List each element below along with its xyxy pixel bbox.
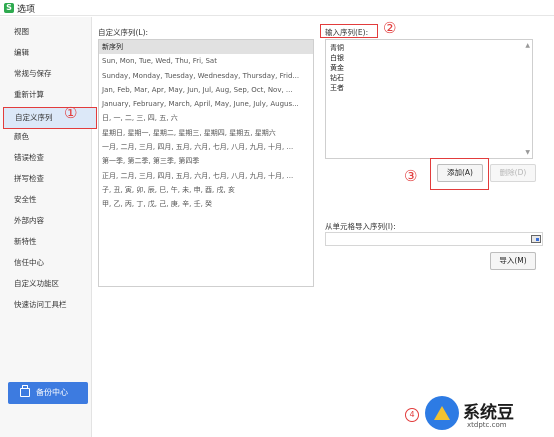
sidebar-item-view[interactable]: 视图 <box>0 23 92 41</box>
list-item[interactable]: 日, 一, 二, 三, 四, 五, 六 <box>99 111 313 125</box>
sidebar-item-edit[interactable]: 编辑 <box>0 44 92 62</box>
list-item[interactable]: 子, 丑, 寅, 卯, 辰, 巳, 午, 未, 申, 酉, 戌, 亥 <box>99 183 313 197</box>
sidebar-item-quick-access-toolbar[interactable]: 快速访问工具栏 <box>0 296 92 314</box>
sidebar-item-customize-ribbon[interactable]: 自定义功能区 <box>0 275 92 293</box>
backup-folder-icon <box>20 385 30 397</box>
delete-button[interactable]: 删除(D) <box>490 164 536 182</box>
input-sequence-textarea[interactable]: 青铜 白银 黄金 钻石 王者 ▲ ▼ <box>325 39 533 159</box>
list-item[interactable]: 一月, 二月, 三月, 四月, 五月, 六月, 七月, 八月, 九月, 十月, … <box>99 140 313 154</box>
list-item[interactable]: Sunday, Monday, Tuesday, Wednesday, Thur… <box>99 69 313 83</box>
list-item[interactable]: Jan, Feb, Mar, Apr, May, Jun, Jul, Aug, … <box>99 83 313 97</box>
custom-lists-label: 自定义序列(L): <box>98 28 149 37</box>
sidebar-item-error-check[interactable]: 错误检查 <box>0 149 92 167</box>
sidebar-item-custom-lists[interactable]: 自定义序列 <box>3 107 97 129</box>
watermark-url: xtdptc.com <box>467 421 507 429</box>
scroll-down-icon[interactable]: ▼ <box>525 149 530 156</box>
sidebar-item-color[interactable]: 颜色 <box>0 128 92 146</box>
sidebar-item-external-content[interactable]: 外部内容 <box>0 212 92 230</box>
window-title: 选项 <box>17 5 36 15</box>
import-range-field[interactable] <box>325 232 543 246</box>
sidebar-item-trust-center[interactable]: 信任中心 <box>0 254 92 272</box>
sequence-line: 王者 <box>330 84 344 92</box>
import-button[interactable]: 导入(M) <box>490 252 536 270</box>
list-item[interactable]: 星期日, 星期一, 星期二, 星期三, 星期四, 星期五, 星期六 <box>99 126 313 140</box>
annotation-marker-3: ③ <box>404 167 418 185</box>
sequence-line: 白银 <box>330 54 344 62</box>
add-button[interactable]: 添加(A) <box>437 164 483 182</box>
sidebar: 视图 编辑 常规与保存 重新计算 自定义序列 颜色 错误检查 拼写检查 安全性 … <box>0 17 97 437</box>
watermark: 4 系统豆 xtdptc.com <box>405 394 554 437</box>
range-picker-icon[interactable] <box>531 235 541 243</box>
sequence-line: 钻石 <box>330 74 344 82</box>
annotation-marker-1: ① <box>64 104 78 122</box>
sidebar-item-general-save[interactable]: 常规与保存 <box>0 65 92 83</box>
sidebar-item-spell-check[interactable]: 拼写检查 <box>0 170 92 188</box>
custom-lists-panel: 自定义序列(L): 新序列 Sun, Mon, Tue, Wed, Thu, F… <box>92 17 554 437</box>
list-item[interactable]: January, February, March, April, May, Ju… <box>99 97 313 111</box>
title-bar: S 选项 <box>0 0 554 16</box>
watermark-text: 系统豆 <box>463 403 514 423</box>
list-item[interactable]: 正月, 二月, 三月, 四月, 五月, 六月, 七月, 八月, 九月, 十月, … <box>99 169 313 183</box>
backup-center-label: 备份中心 <box>36 388 68 397</box>
backup-center-button[interactable]: 备份中心 <box>8 382 88 404</box>
sidebar-item-new-features[interactable]: 新特性 <box>0 233 92 251</box>
watermark-logo-icon <box>425 396 459 430</box>
annotation-marker-4: 4 <box>405 408 419 422</box>
custom-lists-listbox[interactable]: 新序列 Sun, Mon, Tue, Wed, Thu, Fri, Sat Su… <box>98 39 314 287</box>
list-item[interactable]: 甲, 乙, 丙, 丁, 戊, 己, 庚, 辛, 壬, 癸 <box>99 197 313 211</box>
input-sequence-label: 输入序列(E): <box>325 28 369 37</box>
list-item[interactable]: 第一季, 第二季, 第三季, 第四季 <box>99 154 313 168</box>
app-icon: S <box>4 3 14 13</box>
sidebar-item-security[interactable]: 安全性 <box>0 191 92 209</box>
sequence-line: 黄金 <box>330 64 344 72</box>
scroll-up-icon[interactable]: ▲ <box>525 42 530 49</box>
list-item[interactable]: 新序列 <box>99 40 313 55</box>
list-item[interactable]: Sun, Mon, Tue, Wed, Thu, Fri, Sat <box>99 54 313 68</box>
annotation-marker-2: ② <box>383 19 397 37</box>
import-from-cells-label: 从单元格导入序列(I): <box>325 222 396 231</box>
sidebar-item-recalculate[interactable]: 重新计算 <box>0 86 92 104</box>
sequence-line: 青铜 <box>330 44 344 52</box>
